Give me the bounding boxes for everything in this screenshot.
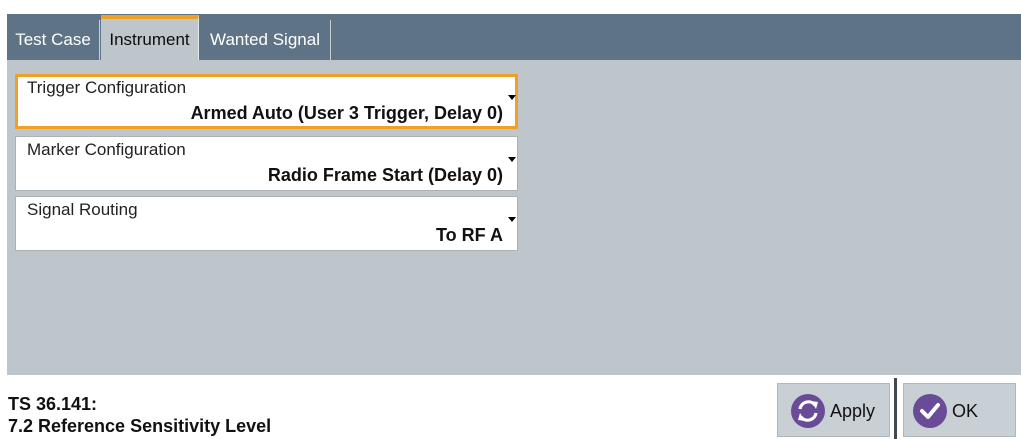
signal-routing-label: Signal Routing xyxy=(27,200,138,219)
apply-button[interactable]: Apply xyxy=(777,383,890,437)
marker-configuration-field[interactable]: Marker Configuration Radio Frame Start (… xyxy=(15,136,518,191)
checkmark-icon xyxy=(913,394,947,428)
button-divider xyxy=(894,378,897,439)
marker-configuration-value: Radio Frame Start (Delay 0) xyxy=(267,165,503,185)
trigger-configuration-field[interactable]: Trigger Configuration Armed Auto (User 3… xyxy=(15,74,518,129)
dropdown-arrow-icon xyxy=(508,217,516,222)
trigger-configuration-label: Trigger Configuration xyxy=(27,78,187,97)
signal-routing-value: To RF A xyxy=(436,225,503,245)
marker-configuration-label: Marker Configuration xyxy=(27,140,186,159)
apply-button-label: Apply xyxy=(830,401,876,421)
dropdown-arrow-icon xyxy=(508,157,516,162)
tab-wanted-signal[interactable]: Wanted Signal xyxy=(200,20,331,60)
trigger-configuration-value: Armed Auto (User 3 Trigger, Delay 0) xyxy=(190,103,503,123)
tab-instrument[interactable]: Instrument xyxy=(101,15,199,60)
test-case-title: 7.2 Reference Sensitivity Level xyxy=(8,416,272,436)
ok-button[interactable]: OK xyxy=(903,383,1016,437)
refresh-arrows-icon xyxy=(791,394,825,428)
tab-bar: Test Case Instrument Wanted Signal xyxy=(7,14,1021,60)
dialog-panel: Test Case Instrument Wanted Signal Trigg… xyxy=(7,14,1021,375)
ok-button-label: OK xyxy=(952,401,979,421)
signal-routing-field[interactable]: Signal Routing To RF A xyxy=(15,196,518,251)
dropdown-arrow-icon xyxy=(508,95,516,100)
tab-test-case[interactable]: Test Case xyxy=(7,20,100,60)
standard-reference: TS 36.141: xyxy=(8,394,98,414)
